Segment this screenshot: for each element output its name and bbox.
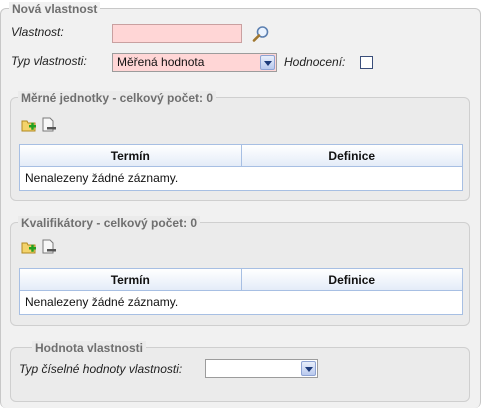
numeric-type-select[interactable] (205, 359, 318, 378)
units-table: Termín Definice Nenalezeny žádné záznamy… (19, 144, 463, 191)
property-type-select[interactable]: Měřená hodnota (112, 53, 277, 72)
column-header-definition[interactable]: Definice (242, 269, 463, 290)
add-folder-icon[interactable] (21, 239, 37, 255)
property-type-label: Typ vlastnosti: (11, 54, 87, 68)
evaluation-checkbox[interactable] (360, 56, 373, 69)
remove-document-icon[interactable] (41, 117, 57, 133)
column-header-term[interactable]: Termín (20, 269, 242, 290)
units-legend: Měrné jednotky - celkový počet: 0 (18, 91, 217, 105)
property-label: Vlastnost: (11, 25, 64, 39)
qualifiers-table: Termín Definice Nenalezeny žádné záznamy… (19, 268, 463, 315)
column-header-term[interactable]: Termín (20, 145, 242, 166)
property-value-legend: Hodnota vlastnosti (32, 341, 147, 355)
chevron-down-icon[interactable] (260, 55, 275, 70)
units-empty-message: Nenalezeny žádné záznamy. (25, 171, 179, 185)
new-property-legend: Nová vlastnost (9, 2, 101, 16)
property-input[interactable] (112, 24, 242, 43)
qualifiers-table-header: Termín Definice (20, 269, 462, 291)
qualifiers-legend: Kvalifikátory - celkový počet: 0 (18, 216, 201, 230)
qualifiers-empty-message: Nenalezeny žádné záznamy. (25, 295, 179, 309)
evaluation-label: Hodnocení: (284, 55, 346, 69)
chevron-down-icon[interactable] (301, 361, 316, 376)
magnifier-icon[interactable] (252, 25, 270, 43)
units-table-header: Termín Definice (20, 145, 462, 167)
property-type-selected: Měřená hodnota (117, 55, 205, 69)
numeric-type-label: Typ číselné hodnoty vlastnosti: (19, 362, 183, 376)
add-folder-icon[interactable] (21, 117, 37, 133)
column-header-definition[interactable]: Definice (242, 145, 463, 166)
remove-document-icon[interactable] (41, 239, 57, 255)
